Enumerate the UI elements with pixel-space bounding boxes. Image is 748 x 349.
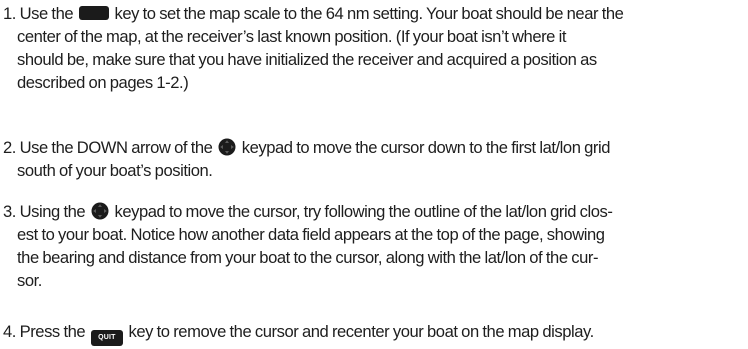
step-4-line-1: 4. Press the QUIT key to remove the curs… <box>3 320 745 346</box>
step-3: 3. Using the keypad to move the cursor, … <box>3 200 745 292</box>
map-scale-key-icon <box>78 6 109 20</box>
instruction-page: 1. Use the key to set the map scale to t… <box>0 0 748 349</box>
step-3-line-4: sor. <box>17 271 42 290</box>
step-4: 4. Press the QUIT key to remove the curs… <box>3 320 745 346</box>
step-3-line-1: 3. Using the keypad to move the cursor, … <box>3 202 613 221</box>
step-2-line-1: 2. Use the DOWN arrow of the keypad to m… <box>3 138 611 157</box>
step-1-line-4: described on pages 1-2.) <box>17 73 189 92</box>
quit-key-icon: QUIT <box>90 330 123 346</box>
step-1-line-1: 1. Use the key to set the map scale to t… <box>3 4 624 23</box>
step-2-line-2: south of your boat’s position. <box>17 161 213 180</box>
step-1-line-2: center of the map, at the receiver’s las… <box>17 27 567 46</box>
step-number: 1. <box>3 4 16 23</box>
step-1-line-3: should be, make sure that you have initi… <box>17 50 597 69</box>
step-number: 2. <box>3 138 16 157</box>
step-1: 1. Use the key to set the map scale to t… <box>3 2 745 94</box>
keypad-icon <box>91 202 109 220</box>
step-3-line-3: the bearing and distance from your boat … <box>17 248 599 267</box>
step-number: 4. <box>3 322 16 341</box>
step-3-line-2: est to your boat. Notice how another dat… <box>17 225 605 244</box>
step-2: 2. Use the DOWN arrow of the keypad to m… <box>3 136 745 182</box>
keypad-icon <box>218 138 236 156</box>
step-number: 3. <box>3 202 16 221</box>
